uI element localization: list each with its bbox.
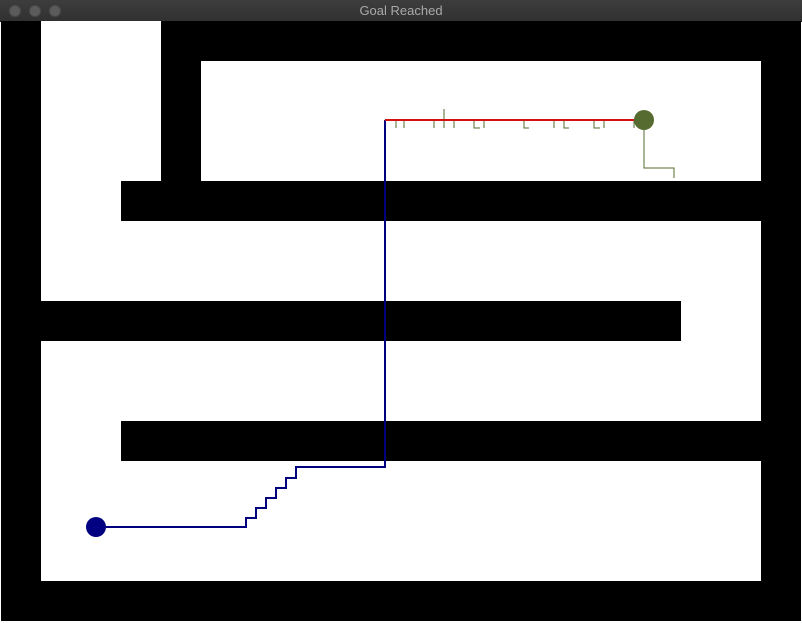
goal-marker [634, 110, 654, 130]
maze-svg [41, 21, 761, 581]
maze-canvas [1, 21, 801, 621]
window-title: Goal Reached [359, 3, 443, 18]
title-bar[interactable]: Goal Reached [0, 0, 802, 22]
start-marker [86, 517, 106, 537]
app-window: Goal Reached [0, 0, 802, 623]
free-space [41, 21, 761, 581]
